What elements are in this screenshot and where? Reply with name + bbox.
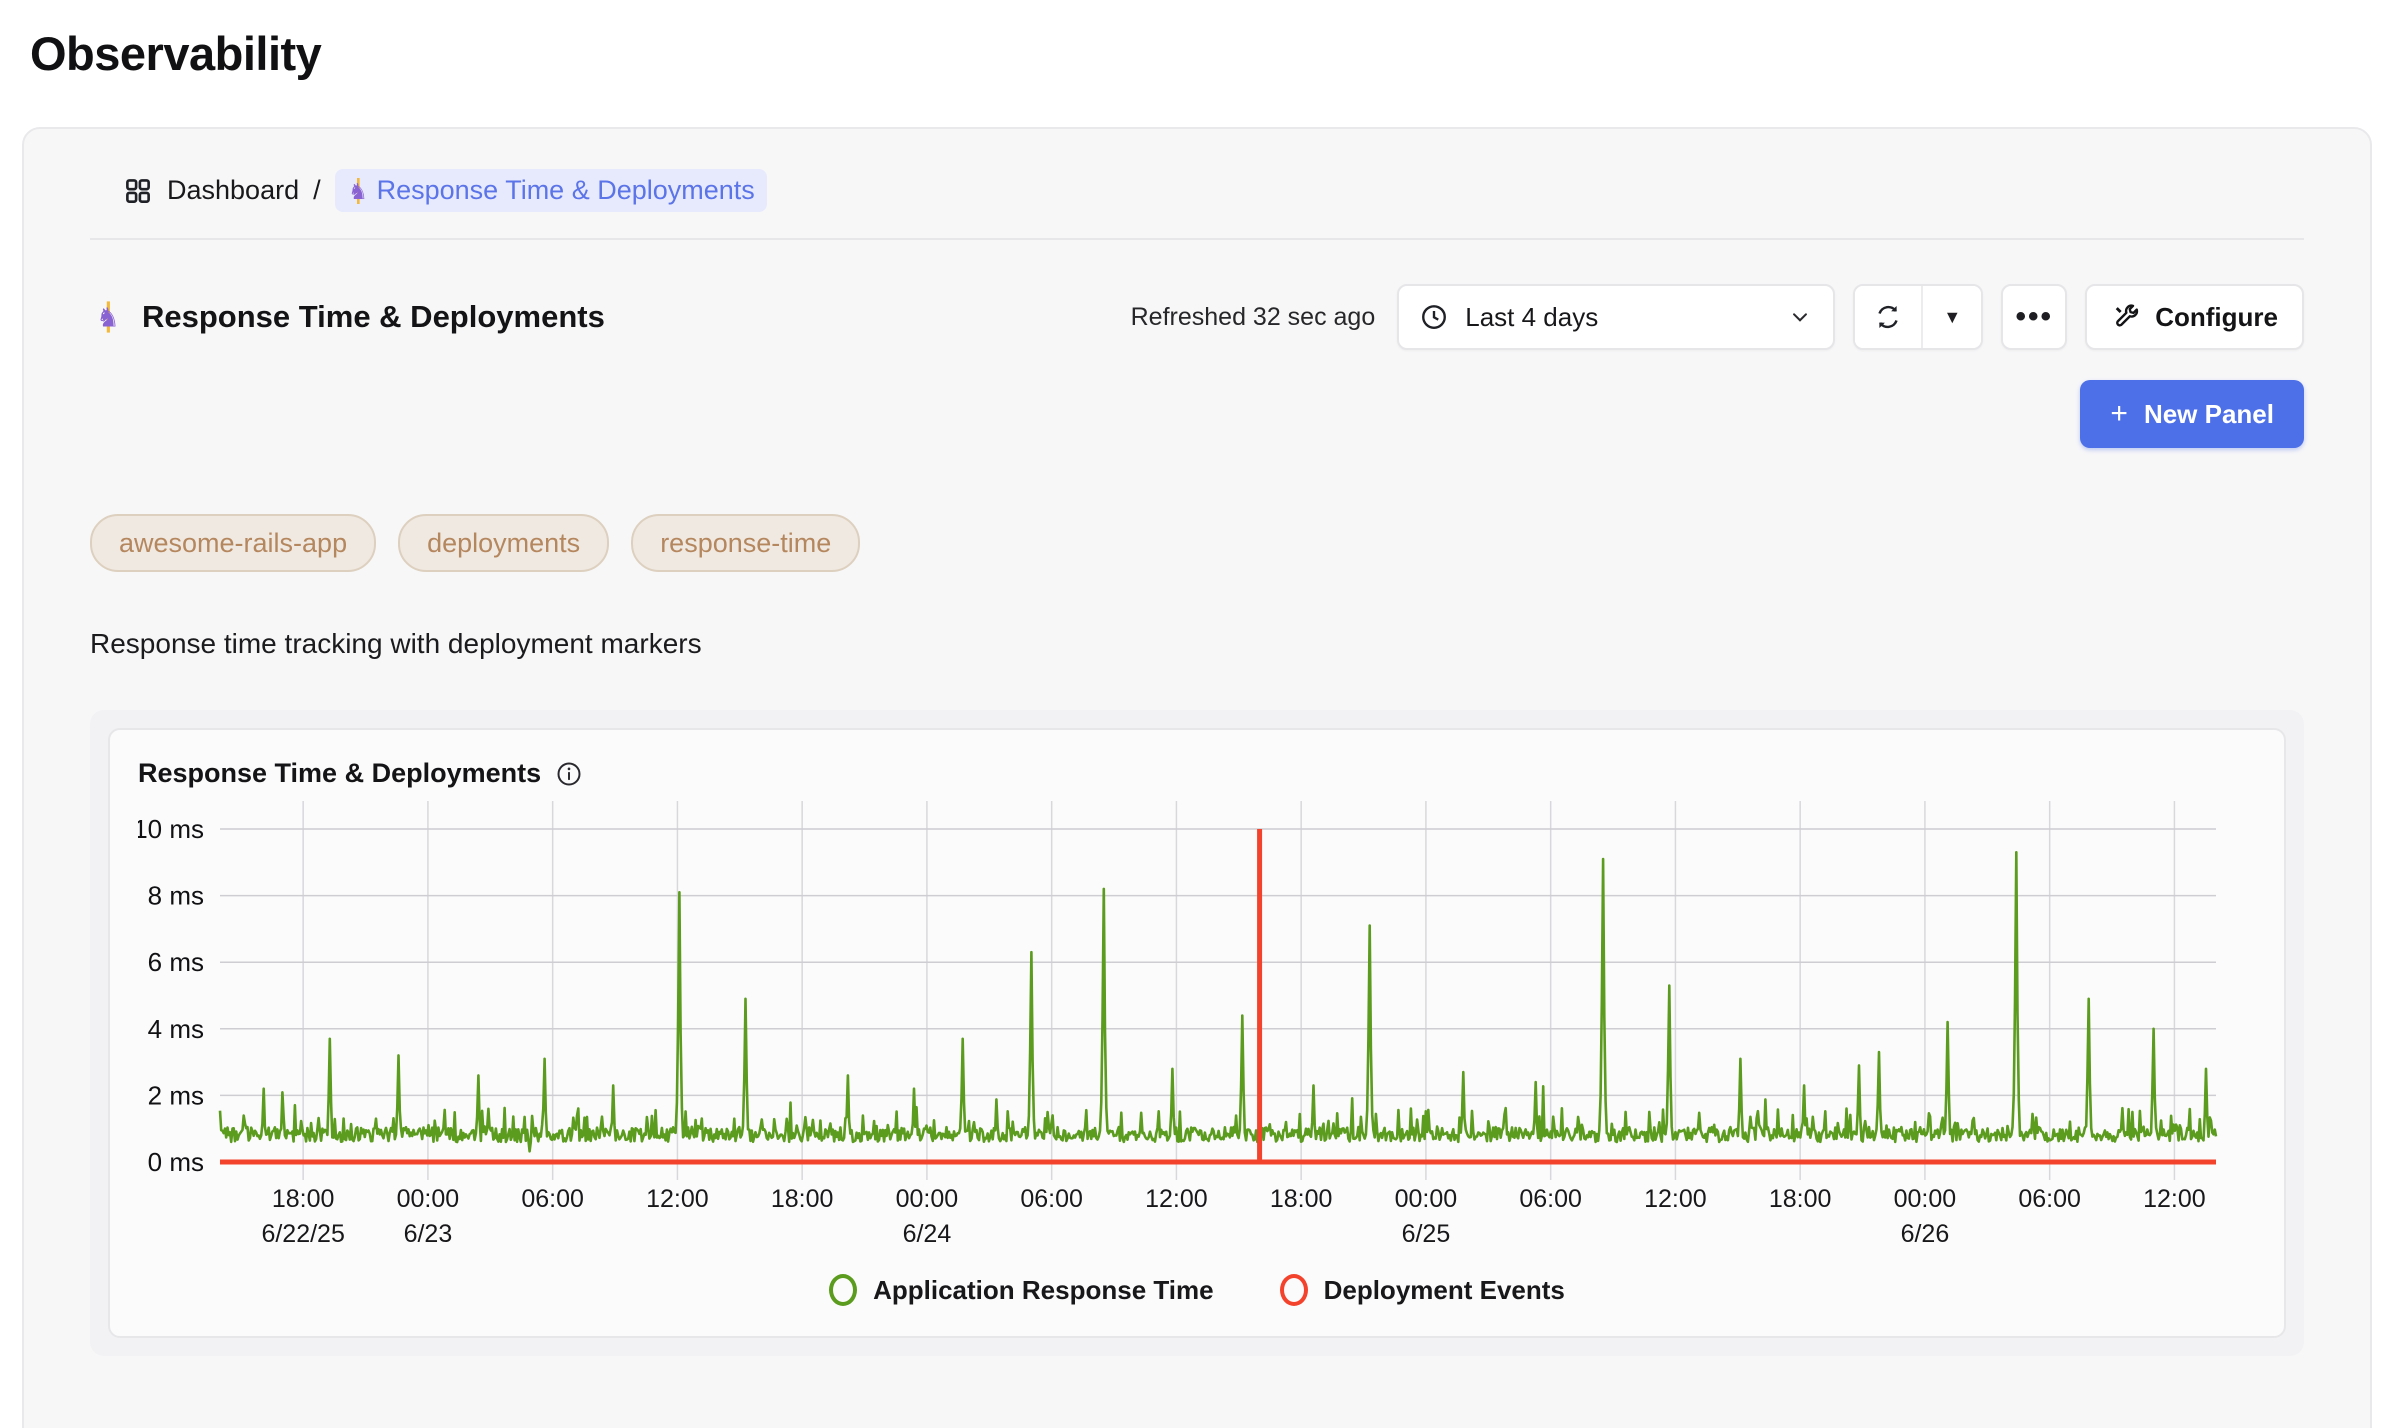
svg-text:06:00: 06:00 — [1519, 1185, 1582, 1213]
svg-text:6 ms: 6 ms — [148, 947, 204, 977]
svg-text:06:00: 06:00 — [521, 1185, 584, 1213]
configure-button[interactable]: Configure — [2085, 284, 2304, 350]
refreshed-status: Refreshed 32 sec ago — [1131, 303, 1376, 332]
more-options-button[interactable]: ••• — [2001, 284, 2067, 350]
legend-label: Application Response Time — [873, 1275, 1213, 1306]
refresh-split-button: ▼ — [1853, 284, 1983, 350]
tag-response-time[interactable]: response-time — [631, 514, 860, 572]
svg-text:6/23: 6/23 — [404, 1220, 453, 1248]
svg-text:0 ms: 0 ms — [148, 1147, 204, 1177]
svg-text:6/22/25: 6/22/25 — [261, 1220, 344, 1248]
configure-label: Configure — [2155, 302, 2278, 333]
tag-deployments[interactable]: deployments — [398, 514, 609, 572]
svg-text:18:00: 18:00 — [1270, 1185, 1333, 1213]
carousel-horse-icon: ♞ — [343, 176, 373, 206]
clock-icon — [1419, 302, 1449, 332]
new-panel-label: New Panel — [2144, 399, 2274, 430]
chart-card: Response Time & Deployments 18:00 6/22/25… — [108, 728, 2286, 1338]
svg-text:06:00: 06:00 — [2018, 1185, 2081, 1213]
legend-deployment-events[interactable]: Deployment Events — [1280, 1274, 1565, 1306]
refresh-icon — [1873, 302, 1903, 332]
svg-text:00:00: 00:00 — [1395, 1185, 1458, 1213]
chevron-down-icon — [1787, 304, 1813, 330]
green-ring-icon — [829, 1274, 857, 1306]
time-range-select[interactable]: Last 4 days — [1397, 284, 1835, 350]
red-ring-icon — [1280, 1274, 1308, 1306]
svg-text:♞: ♞ — [348, 179, 368, 204]
breadcrumb-current-label: Response Time & Deployments — [377, 175, 755, 206]
plus-icon: + — [2110, 397, 2128, 431]
panel-description: Response time tracking with deployment m… — [90, 628, 2304, 660]
chart-legend: Application Response Time Deployment Eve… — [138, 1274, 2256, 1306]
tag-list: awesome-rails-app deployments response-t… — [90, 514, 2304, 572]
svg-text:00:00: 00:00 — [1894, 1185, 1957, 1213]
svg-text:18:00: 18:00 — [272, 1185, 335, 1213]
dashboard-card: Dashboard / ♞ Response Time & Deployment… — [22, 127, 2372, 1428]
legend-application-response-time[interactable]: Application Response Time — [829, 1274, 1213, 1306]
svg-text:06:00: 06:00 — [1020, 1185, 1083, 1213]
chart-title: Response Time & Deployments — [138, 758, 541, 789]
svg-text:10 ms: 10 ms — [138, 814, 204, 844]
page-title: Observability — [30, 26, 2394, 81]
svg-text:12:00: 12:00 — [1644, 1185, 1707, 1213]
panel-title: Response Time & Deployments — [142, 299, 605, 335]
svg-text:12:00: 12:00 — [2143, 1185, 2206, 1213]
legend-label: Deployment Events — [1324, 1275, 1565, 1306]
svg-text:4 ms: 4 ms — [148, 1014, 204, 1044]
breadcrumb-current-link[interactable]: ♞ Response Time & Deployments — [335, 169, 767, 212]
svg-text:00:00: 00:00 — [896, 1185, 959, 1213]
chart-container: Response Time & Deployments 18:00 6/22/25… — [90, 710, 2304, 1356]
info-icon[interactable] — [555, 760, 583, 788]
svg-text:00:00: 00:00 — [397, 1185, 460, 1213]
svg-text:18:00: 18:00 — [1769, 1185, 1832, 1213]
screwdriver-wrench-icon — [2111, 302, 2141, 332]
new-panel-button[interactable]: + New Panel — [2080, 380, 2304, 448]
svg-text:2 ms: 2 ms — [148, 1080, 204, 1110]
svg-text:♞: ♞ — [96, 303, 120, 333]
svg-text:6/24: 6/24 — [903, 1220, 952, 1248]
svg-text:12:00: 12:00 — [1145, 1185, 1208, 1213]
breadcrumb-separator: / — [313, 175, 321, 206]
chart-plot[interactable]: 18:00 6/22/25 00:00 6/23 06:00 12:00 18:00 00:0… — [138, 789, 2228, 1261]
panel-title-group: ♞ Response Time & Deployments — [90, 299, 605, 335]
refresh-button[interactable] — [1855, 286, 1921, 348]
svg-text:6/26: 6/26 — [1901, 1220, 1950, 1248]
svg-text:18:00: 18:00 — [771, 1185, 834, 1213]
breadcrumb-dashboard-link[interactable]: Dashboard — [167, 175, 299, 206]
svg-text:8 ms: 8 ms — [148, 881, 204, 911]
svg-text:6/25: 6/25 — [1402, 1220, 1451, 1248]
time-range-value: Last 4 days — [1465, 302, 1598, 333]
refresh-options-button[interactable]: ▼ — [1921, 286, 1981, 348]
dashboard-grid-icon — [123, 176, 153, 206]
breadcrumb: Dashboard / ♞ Response Time & Deployment… — [90, 129, 2304, 212]
carousel-horse-icon: ♞ — [90, 299, 126, 335]
svg-text:12:00: 12:00 — [646, 1185, 709, 1213]
divider — [90, 238, 2304, 240]
tag-awesome-rails-app[interactable]: awesome-rails-app — [90, 514, 376, 572]
caret-down-icon: ▼ — [1943, 307, 1961, 328]
